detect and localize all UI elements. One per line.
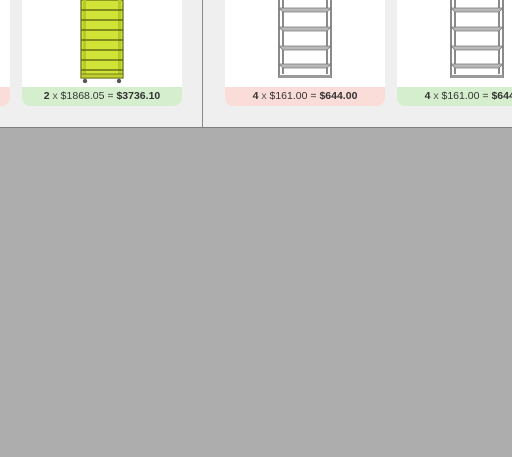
metal-shelf-icon <box>278 0 332 78</box>
line-price: 4 x $161.00 = $644.00 <box>397 87 512 106</box>
product-card[interactable]: 2 x $1868.05 = $3736.10 <box>22 0 182 106</box>
product-strip: 2 x $1868.05 = $3736.10 4 x $161.00 = $6… <box>0 0 512 128</box>
product-image <box>22 0 182 87</box>
product-image <box>225 0 385 87</box>
line-price-partial <box>0 87 10 106</box>
line-price: 4 x $161.00 = $644.00 <box>225 87 385 106</box>
product-card-partial[interactable] <box>0 0 10 106</box>
empty-canvas <box>0 128 512 457</box>
line-price: 2 x $1868.05 = $3736.10 <box>22 87 182 106</box>
metal-shelf-icon <box>450 0 504 78</box>
product-card[interactable]: 4 x $161.00 = $644.00 <box>397 0 512 106</box>
product-card[interactable]: 4 x $161.00 = $644.00 <box>225 0 385 106</box>
product-image <box>397 0 512 87</box>
section-divider <box>202 0 203 127</box>
shelf-icon <box>80 0 124 84</box>
